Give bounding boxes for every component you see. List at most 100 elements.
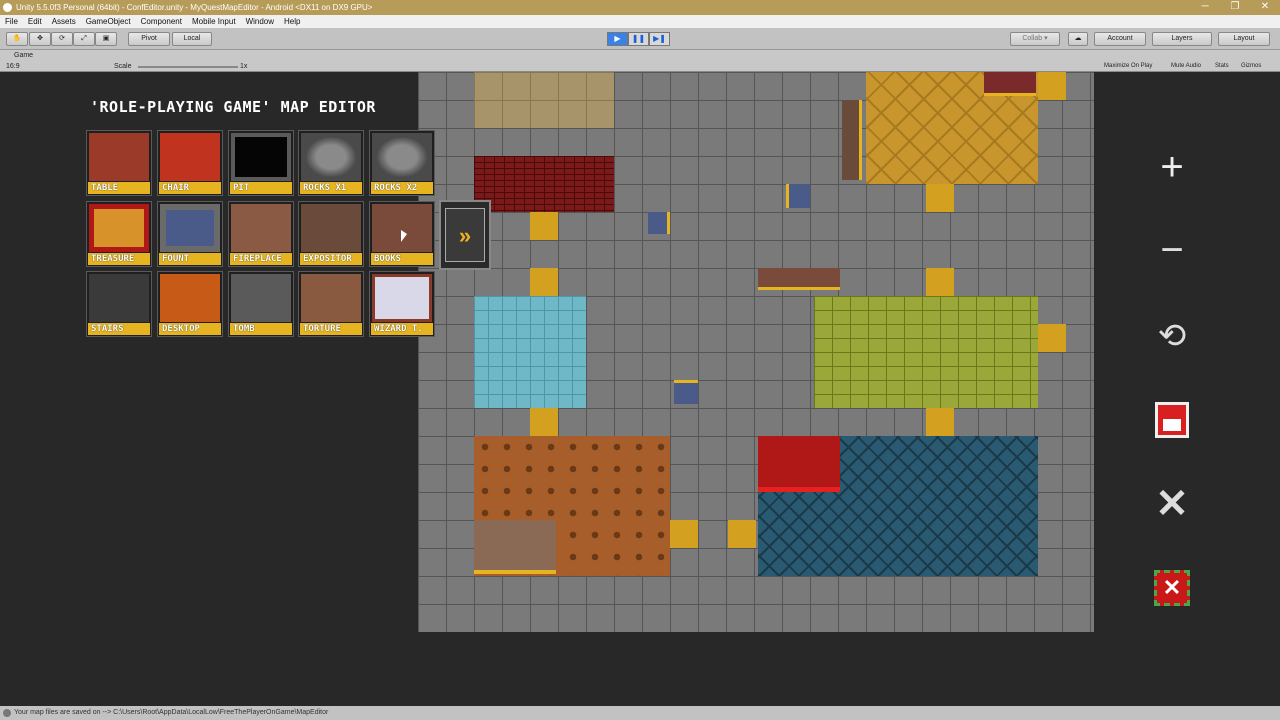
palette-item-rocks-x1[interactable]: ROCKS X1 bbox=[298, 130, 364, 196]
scale-value: 1x bbox=[240, 63, 248, 70]
collab-dropdown[interactable]: Collab ▾ bbox=[1010, 32, 1060, 46]
scale-slider[interactable] bbox=[138, 66, 238, 68]
zoom-in-icon: + bbox=[1160, 145, 1184, 189]
door-tile[interactable] bbox=[926, 268, 954, 296]
maximize-on-play-toggle[interactable]: Maximize On Play bbox=[1104, 63, 1152, 69]
ice-room-tiles[interactable] bbox=[474, 296, 586, 408]
account-dropdown[interactable]: Account bbox=[1094, 32, 1146, 46]
menu-assets[interactable]: Assets bbox=[47, 15, 81, 28]
close-button[interactable]: ✕ bbox=[1250, 0, 1280, 15]
next-page-button[interactable]: » bbox=[439, 200, 491, 270]
palette-item-torture[interactable]: TORTURE bbox=[298, 271, 364, 337]
palette-item-fireplace[interactable]: FIREPLACE bbox=[228, 201, 294, 267]
aspect-dropdown[interactable]: 16:9 bbox=[6, 63, 20, 70]
door-tile[interactable] bbox=[530, 212, 558, 240]
play-icon[interactable]: ▶ bbox=[607, 32, 628, 46]
fount-icon bbox=[160, 204, 220, 252]
door-tile[interactable] bbox=[530, 268, 558, 296]
step-icon[interactable]: ▶❚ bbox=[649, 32, 670, 46]
object-palette: TABLE CHAIR PIT ROCKS X1 ROCKS X2 TREASU… bbox=[86, 130, 438, 340]
clear-map-button[interactable]: ✕ bbox=[1150, 482, 1194, 526]
zoom-out-icon: − bbox=[1160, 228, 1184, 272]
pivot-toggle[interactable]: Pivot bbox=[128, 32, 170, 46]
fount-object[interactable] bbox=[786, 184, 810, 208]
mute-audio-toggle[interactable]: Mute Audio bbox=[1171, 63, 1201, 69]
rect-tool-icon[interactable]: ▣ bbox=[95, 32, 117, 46]
window-title: Unity 5.5.0f3 Personal (64bit) - ConfEdi… bbox=[16, 3, 373, 12]
menu-window[interactable]: Window bbox=[241, 15, 279, 28]
palette-item-rocks-x2[interactable]: ROCKS X2 bbox=[369, 130, 435, 196]
palette-item-table[interactable]: TABLE bbox=[86, 130, 152, 196]
table-icon bbox=[89, 133, 149, 181]
move-tool-icon[interactable]: ✥ bbox=[29, 32, 51, 46]
delete-icon: ✕ bbox=[1154, 570, 1190, 606]
door-tile[interactable] bbox=[1038, 72, 1066, 100]
palette-item-pit[interactable]: PIT bbox=[228, 130, 294, 196]
palette-item-chair[interactable]: CHAIR bbox=[157, 130, 223, 196]
scale-tool-icon[interactable]: ⤢ bbox=[73, 32, 95, 46]
books-icon bbox=[372, 204, 432, 252]
fount-object[interactable] bbox=[674, 380, 698, 404]
banner-object[interactable] bbox=[984, 72, 1036, 96]
menu-gameobject[interactable]: GameObject bbox=[81, 15, 136, 28]
window-titlebar: Unity 5.5.0f3 Personal (64bit) - ConfEdi… bbox=[0, 0, 1280, 15]
delete-map-button[interactable]: ✕ bbox=[1150, 566, 1194, 610]
scale-label: Scale bbox=[114, 63, 132, 70]
sand-room-tiles[interactable] bbox=[474, 72, 614, 128]
stairs-object[interactable] bbox=[842, 100, 862, 180]
layers-dropdown[interactable]: Layers bbox=[1152, 32, 1212, 46]
palette-item-treasure[interactable]: TREASURE bbox=[86, 201, 152, 267]
save-icon bbox=[1155, 402, 1189, 438]
menu-bar: File Edit Assets GameObject Component Mo… bbox=[0, 15, 1280, 28]
door-tile[interactable] bbox=[926, 184, 954, 212]
palette-item-tomb[interactable]: TOMB bbox=[228, 271, 294, 337]
game-tab[interactable]: Game bbox=[2, 51, 62, 61]
zoom-out-button[interactable]: − bbox=[1150, 228, 1194, 272]
save-button[interactable] bbox=[1150, 398, 1194, 442]
local-toggle[interactable]: Local bbox=[172, 32, 212, 46]
menu-help[interactable]: Help bbox=[279, 15, 305, 28]
pit-icon bbox=[231, 133, 291, 181]
moss-room-tiles[interactable] bbox=[814, 296, 1038, 408]
info-icon bbox=[3, 709, 11, 717]
rocks-icon bbox=[301, 133, 361, 181]
palette-item-expositor[interactable]: EXPOSITOR bbox=[298, 201, 364, 267]
mouse-cursor-icon bbox=[401, 230, 407, 242]
pause-icon[interactable]: ❚❚ bbox=[628, 32, 649, 46]
door-tile[interactable] bbox=[926, 408, 954, 436]
expositor-icon bbox=[301, 204, 361, 252]
door-tile[interactable] bbox=[530, 408, 558, 436]
table-object[interactable] bbox=[758, 436, 840, 492]
door-tile[interactable] bbox=[1038, 324, 1066, 352]
rotate-view-button[interactable]: ⟲ bbox=[1150, 314, 1194, 358]
gizmos-dropdown[interactable]: Gizmos bbox=[1241, 63, 1261, 69]
stats-toggle[interactable]: Stats bbox=[1215, 63, 1229, 69]
zoom-in-button[interactable]: + bbox=[1150, 145, 1194, 189]
maximize-button[interactable]: ❐ bbox=[1220, 0, 1250, 15]
red-brick-room-tiles[interactable] bbox=[474, 156, 614, 212]
cloud-icon[interactable]: ☁ bbox=[1068, 32, 1088, 46]
rocks-icon bbox=[372, 133, 432, 181]
torture-object[interactable] bbox=[474, 520, 556, 574]
door-tile[interactable] bbox=[728, 520, 756, 548]
rotate-icon: ⟲ bbox=[1157, 317, 1187, 355]
tomb-icon bbox=[231, 274, 291, 322]
hand-tool-icon[interactable]: ✋ bbox=[6, 32, 28, 46]
palette-item-stairs[interactable]: STAIRS bbox=[86, 271, 152, 337]
menu-mobile-input[interactable]: Mobile Input bbox=[187, 15, 241, 28]
rotate-tool-icon[interactable]: ⟳ bbox=[51, 32, 73, 46]
palette-item-desktop[interactable]: DESKTOP bbox=[157, 271, 223, 337]
palette-item-fount[interactable]: FOUNT bbox=[157, 201, 223, 267]
menu-component[interactable]: Component bbox=[136, 15, 187, 28]
books-object[interactable] bbox=[758, 268, 840, 290]
fount-object[interactable] bbox=[648, 212, 670, 234]
menu-file[interactable]: File bbox=[0, 15, 23, 28]
map-grid[interactable] bbox=[418, 72, 1094, 632]
menu-edit[interactable]: Edit bbox=[23, 15, 47, 28]
chair-icon bbox=[160, 133, 220, 181]
door-tile[interactable] bbox=[670, 520, 698, 548]
minimize-button[interactable]: ─ bbox=[1190, 0, 1220, 15]
status-bar: Your map files are saved on --> C:\Users… bbox=[0, 706, 1280, 720]
layout-dropdown[interactable]: Layout bbox=[1218, 32, 1270, 46]
palette-item-wizard-table[interactable]: WIZARD T. bbox=[369, 271, 435, 337]
